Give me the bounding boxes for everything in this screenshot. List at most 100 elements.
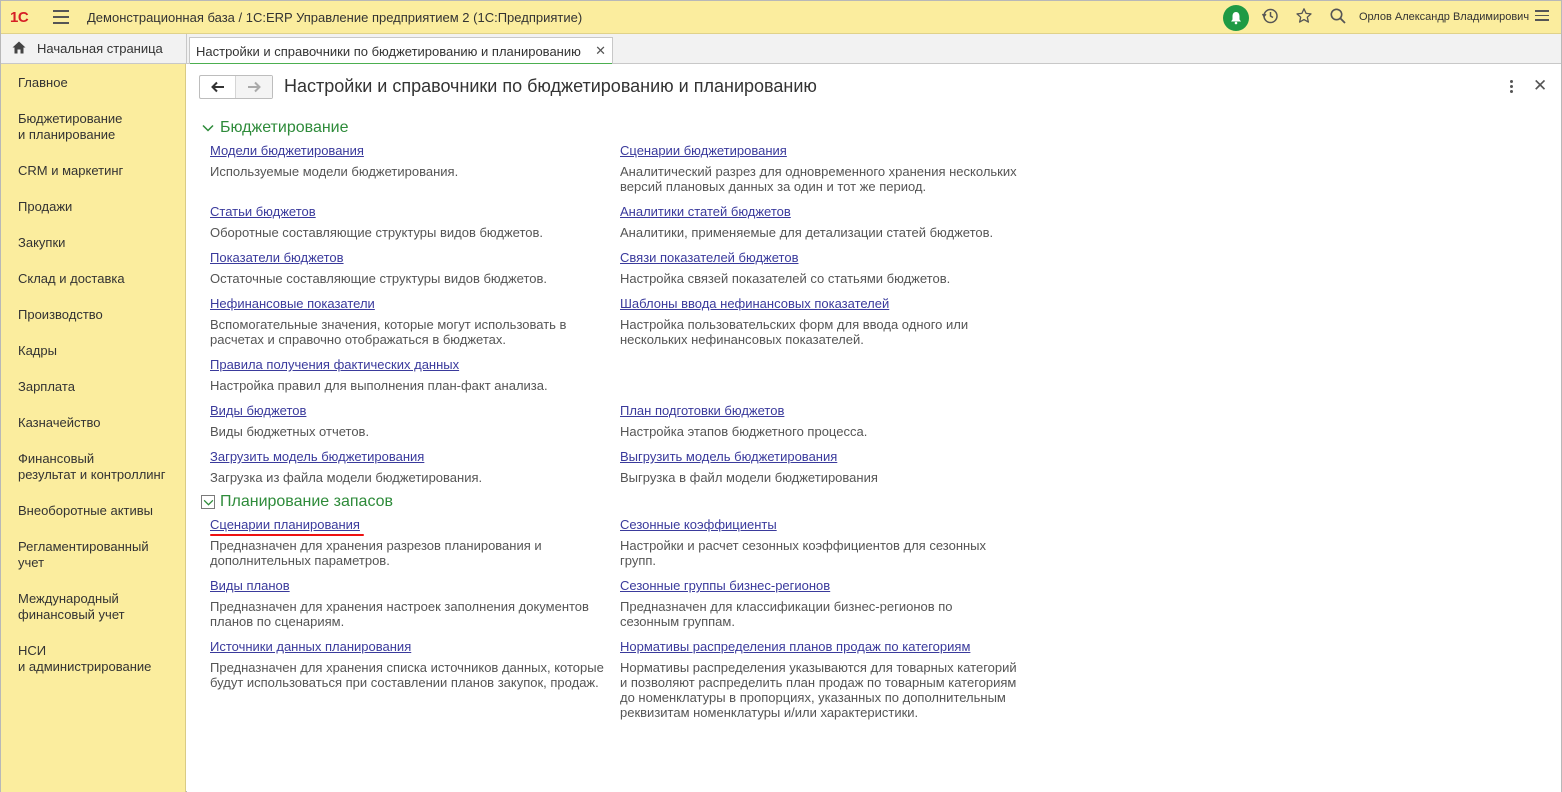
sidebar-item-payroll[interactable]: Зарплата: [18, 379, 75, 395]
link-plan-types[interactable]: Виды планов: [210, 578, 290, 593]
title-bar: 1С Демонстрационная база / 1С:ERP Управл…: [1, 1, 1561, 34]
tab-home-label: Начальная страница: [37, 41, 163, 56]
list-item: Виды планов Предназначен для хранения на…: [210, 578, 610, 629]
sidebar-item-treasury[interactable]: Казначейство: [18, 415, 100, 431]
item-description: Настройка связей показателей со статьями…: [620, 271, 951, 286]
list-item: Нефинансовые показатели Вспомогательные …: [210, 296, 590, 347]
navigation-buttons: [199, 75, 273, 99]
list-item: Сценарии планирования Предназначен для х…: [210, 517, 570, 568]
link-nonfinancial-indicators[interactable]: Нефинансовые показатели: [210, 296, 375, 311]
home-icon: [12, 41, 26, 57]
list-item: Выгрузить модель бюджетирования Выгрузка…: [620, 449, 1020, 485]
link-load-budget-model[interactable]: Загрузить модель бюджетирования: [210, 449, 424, 464]
list-item: План подготовки бюджетов Настройка этапо…: [620, 403, 1020, 439]
link-budget-items[interactable]: Статьи бюджетов: [210, 204, 316, 219]
item-description: Выгрузка в файл модели бюджетирования: [620, 470, 878, 485]
item-description: Настройка пользовательских форм для ввод…: [620, 317, 969, 347]
link-planning-data-sources[interactable]: Источники данных планирования: [210, 639, 411, 654]
sidebar-item-fixed-assets[interactable]: Внеоборотные активы: [18, 503, 153, 519]
sidebar-item-hr[interactable]: Кадры: [18, 343, 57, 359]
back-button[interactable]: [200, 76, 237, 98]
list-item: Шаблоны ввода нефинансовых показателей Н…: [620, 296, 1000, 347]
link-budget-scenarios[interactable]: Сценарии бюджетирования: [620, 143, 787, 158]
sidebar-item-budgeting[interactable]: Бюджетирование и планирование: [18, 111, 122, 143]
history-icon[interactable]: [1260, 7, 1280, 27]
link-sales-distribution-norms[interactable]: Нормативы распределения планов продаж по…: [620, 639, 970, 654]
page-title: Настройки и справочники по бюджетировани…: [284, 76, 817, 96]
list-item: Сезонные коэффициенты Настройки и расчет…: [620, 517, 1010, 568]
item-description: Предназначен для классификации бизнес-ре…: [620, 599, 953, 629]
item-description: Предназначен для хранения разрезов плани…: [210, 538, 542, 568]
user-name[interactable]: Орлов Александр Владимирович: [1359, 11, 1529, 23]
sidebar-item-main[interactable]: Главное: [18, 75, 68, 91]
notifications-bell-icon[interactable]: [1223, 5, 1249, 31]
sidebar-item-financial-result[interactable]: Финансовый результат и контроллинг: [18, 451, 165, 483]
tab-bar: Начальная страница Настройки и справочни…: [1, 34, 1561, 65]
link-budget-indicators[interactable]: Показатели бюджетов: [210, 250, 344, 265]
list-item: Виды бюджетов Виды бюджетных отчетов.: [210, 403, 620, 439]
item-description: Предназначен для хранения настроек запол…: [210, 599, 589, 629]
item-description: Нормативы распределения указываются для …: [620, 660, 1017, 720]
item-description: Вспомогательные значения, которые могут …: [210, 317, 567, 347]
tab-close-icon[interactable]: ✕: [595, 43, 606, 59]
link-budget-preparation-plan[interactable]: План подготовки бюджетов: [620, 403, 784, 418]
link-nonfinancial-templates[interactable]: Шаблоны ввода нефинансовых показателей: [620, 296, 889, 311]
app-logo[interactable]: 1С: [10, 9, 29, 26]
item-description: Настройки и расчет сезонных коэффициенто…: [620, 538, 987, 568]
section-budgeting-header[interactable]: Бюджетирование: [201, 119, 349, 137]
close-form-icon[interactable]: ✕: [1533, 76, 1547, 96]
item-description: Настройка правил для выполнения план-фак…: [210, 378, 548, 393]
sidebar-item-sales[interactable]: Продажи: [18, 199, 72, 215]
favorites-star-icon[interactable]: [1294, 7, 1314, 27]
link-actual-data-rules[interactable]: Правила получения фактических данных: [210, 357, 459, 372]
sidebar-item-international-accounting[interactable]: Международный финансовый учет: [18, 591, 125, 623]
forward-button[interactable]: [236, 76, 272, 98]
sidebar: Главное Бюджетирование и планирование CR…: [1, 64, 186, 792]
list-item: Статьи бюджетов Оборотные составляющие с…: [210, 204, 620, 240]
more-actions-icon[interactable]: [1505, 77, 1517, 95]
link-budget-types[interactable]: Виды бюджетов: [210, 403, 306, 418]
item-description: Аналитики, применяемые для детализации с…: [620, 225, 994, 240]
item-description: Аналитический разрез для одновременного …: [620, 164, 1017, 194]
section-budgeting-title: Бюджетирование: [220, 119, 349, 136]
sidebar-item-warehouse[interactable]: Склад и доставка: [18, 271, 125, 287]
sidebar-item-regulated-accounting[interactable]: Регламентированный учет: [18, 539, 149, 571]
link-seasonal-coefficients[interactable]: Сезонные коэффициенты: [620, 517, 777, 532]
sidebar-item-production[interactable]: Производство: [18, 307, 103, 323]
list-item: Источники данных планирования Предназнач…: [210, 639, 614, 690]
link-planning-scenarios[interactable]: Сценарии планирования: [210, 517, 360, 532]
arrow-left-icon: [210, 81, 224, 93]
list-item: Нормативы распределения планов продаж по…: [620, 639, 1024, 720]
chevron-down-icon: [201, 121, 215, 135]
item-description: Используемые модели бюджетирования.: [210, 164, 459, 179]
arrow-right-icon: [248, 81, 261, 93]
item-description: Загрузка из файла модели бюджетирования.: [210, 470, 483, 485]
link-indicator-links[interactable]: Связи показателей бюджетов: [620, 250, 798, 265]
item-description: Виды бюджетных отчетов.: [210, 424, 370, 439]
sidebar-item-purchases[interactable]: Закупки: [18, 235, 65, 251]
link-budget-item-analytics[interactable]: Аналитики статей бюджетов: [620, 204, 791, 219]
link-seasonal-region-groups[interactable]: Сезонные группы бизнес-регионов: [620, 578, 830, 593]
list-item: Загрузить модель бюджетирования Загрузка…: [210, 449, 620, 485]
highlight-underline: [210, 534, 364, 536]
tab-budget-settings[interactable]: Настройки и справочники по бюджетировани…: [189, 37, 613, 65]
item-description: Предназначен для хранения списка источни…: [210, 660, 604, 690]
search-icon[interactable]: [1328, 7, 1348, 27]
section-inventory-planning-header[interactable]: Планирование запасов: [201, 493, 393, 511]
tab-home[interactable]: Начальная страница: [1, 34, 187, 63]
sidebar-item-crm[interactable]: CRM и маркетинг: [18, 163, 123, 179]
main-menu-icon[interactable]: [53, 10, 69, 24]
link-export-budget-model[interactable]: Выгрузить модель бюджетирования: [620, 449, 837, 464]
list-item: Модели бюджетирования Используемые модел…: [210, 143, 620, 179]
chevron-down-icon: [201, 495, 215, 509]
item-description: Остаточные составляющие структуры видов …: [210, 271, 548, 286]
app-title: Демонстрационная база / 1С:ERP Управлени…: [87, 10, 583, 25]
list-item: Правила получения фактических данных Нас…: [210, 357, 620, 393]
list-item: Связи показателей бюджетов Настройка свя…: [620, 250, 1020, 286]
sidebar-item-nsi-admin[interactable]: НСИ и администрирование: [18, 643, 151, 675]
item-description: Настройка этапов бюджетного процесса.: [620, 424, 868, 439]
section-inventory-planning-title: Планирование запасов: [220, 493, 394, 510]
link-budget-models[interactable]: Модели бюджетирования: [210, 143, 364, 158]
user-menu-icon[interactable]: [1535, 10, 1549, 24]
list-item: Показатели бюджетов Остаточные составляю…: [210, 250, 620, 286]
